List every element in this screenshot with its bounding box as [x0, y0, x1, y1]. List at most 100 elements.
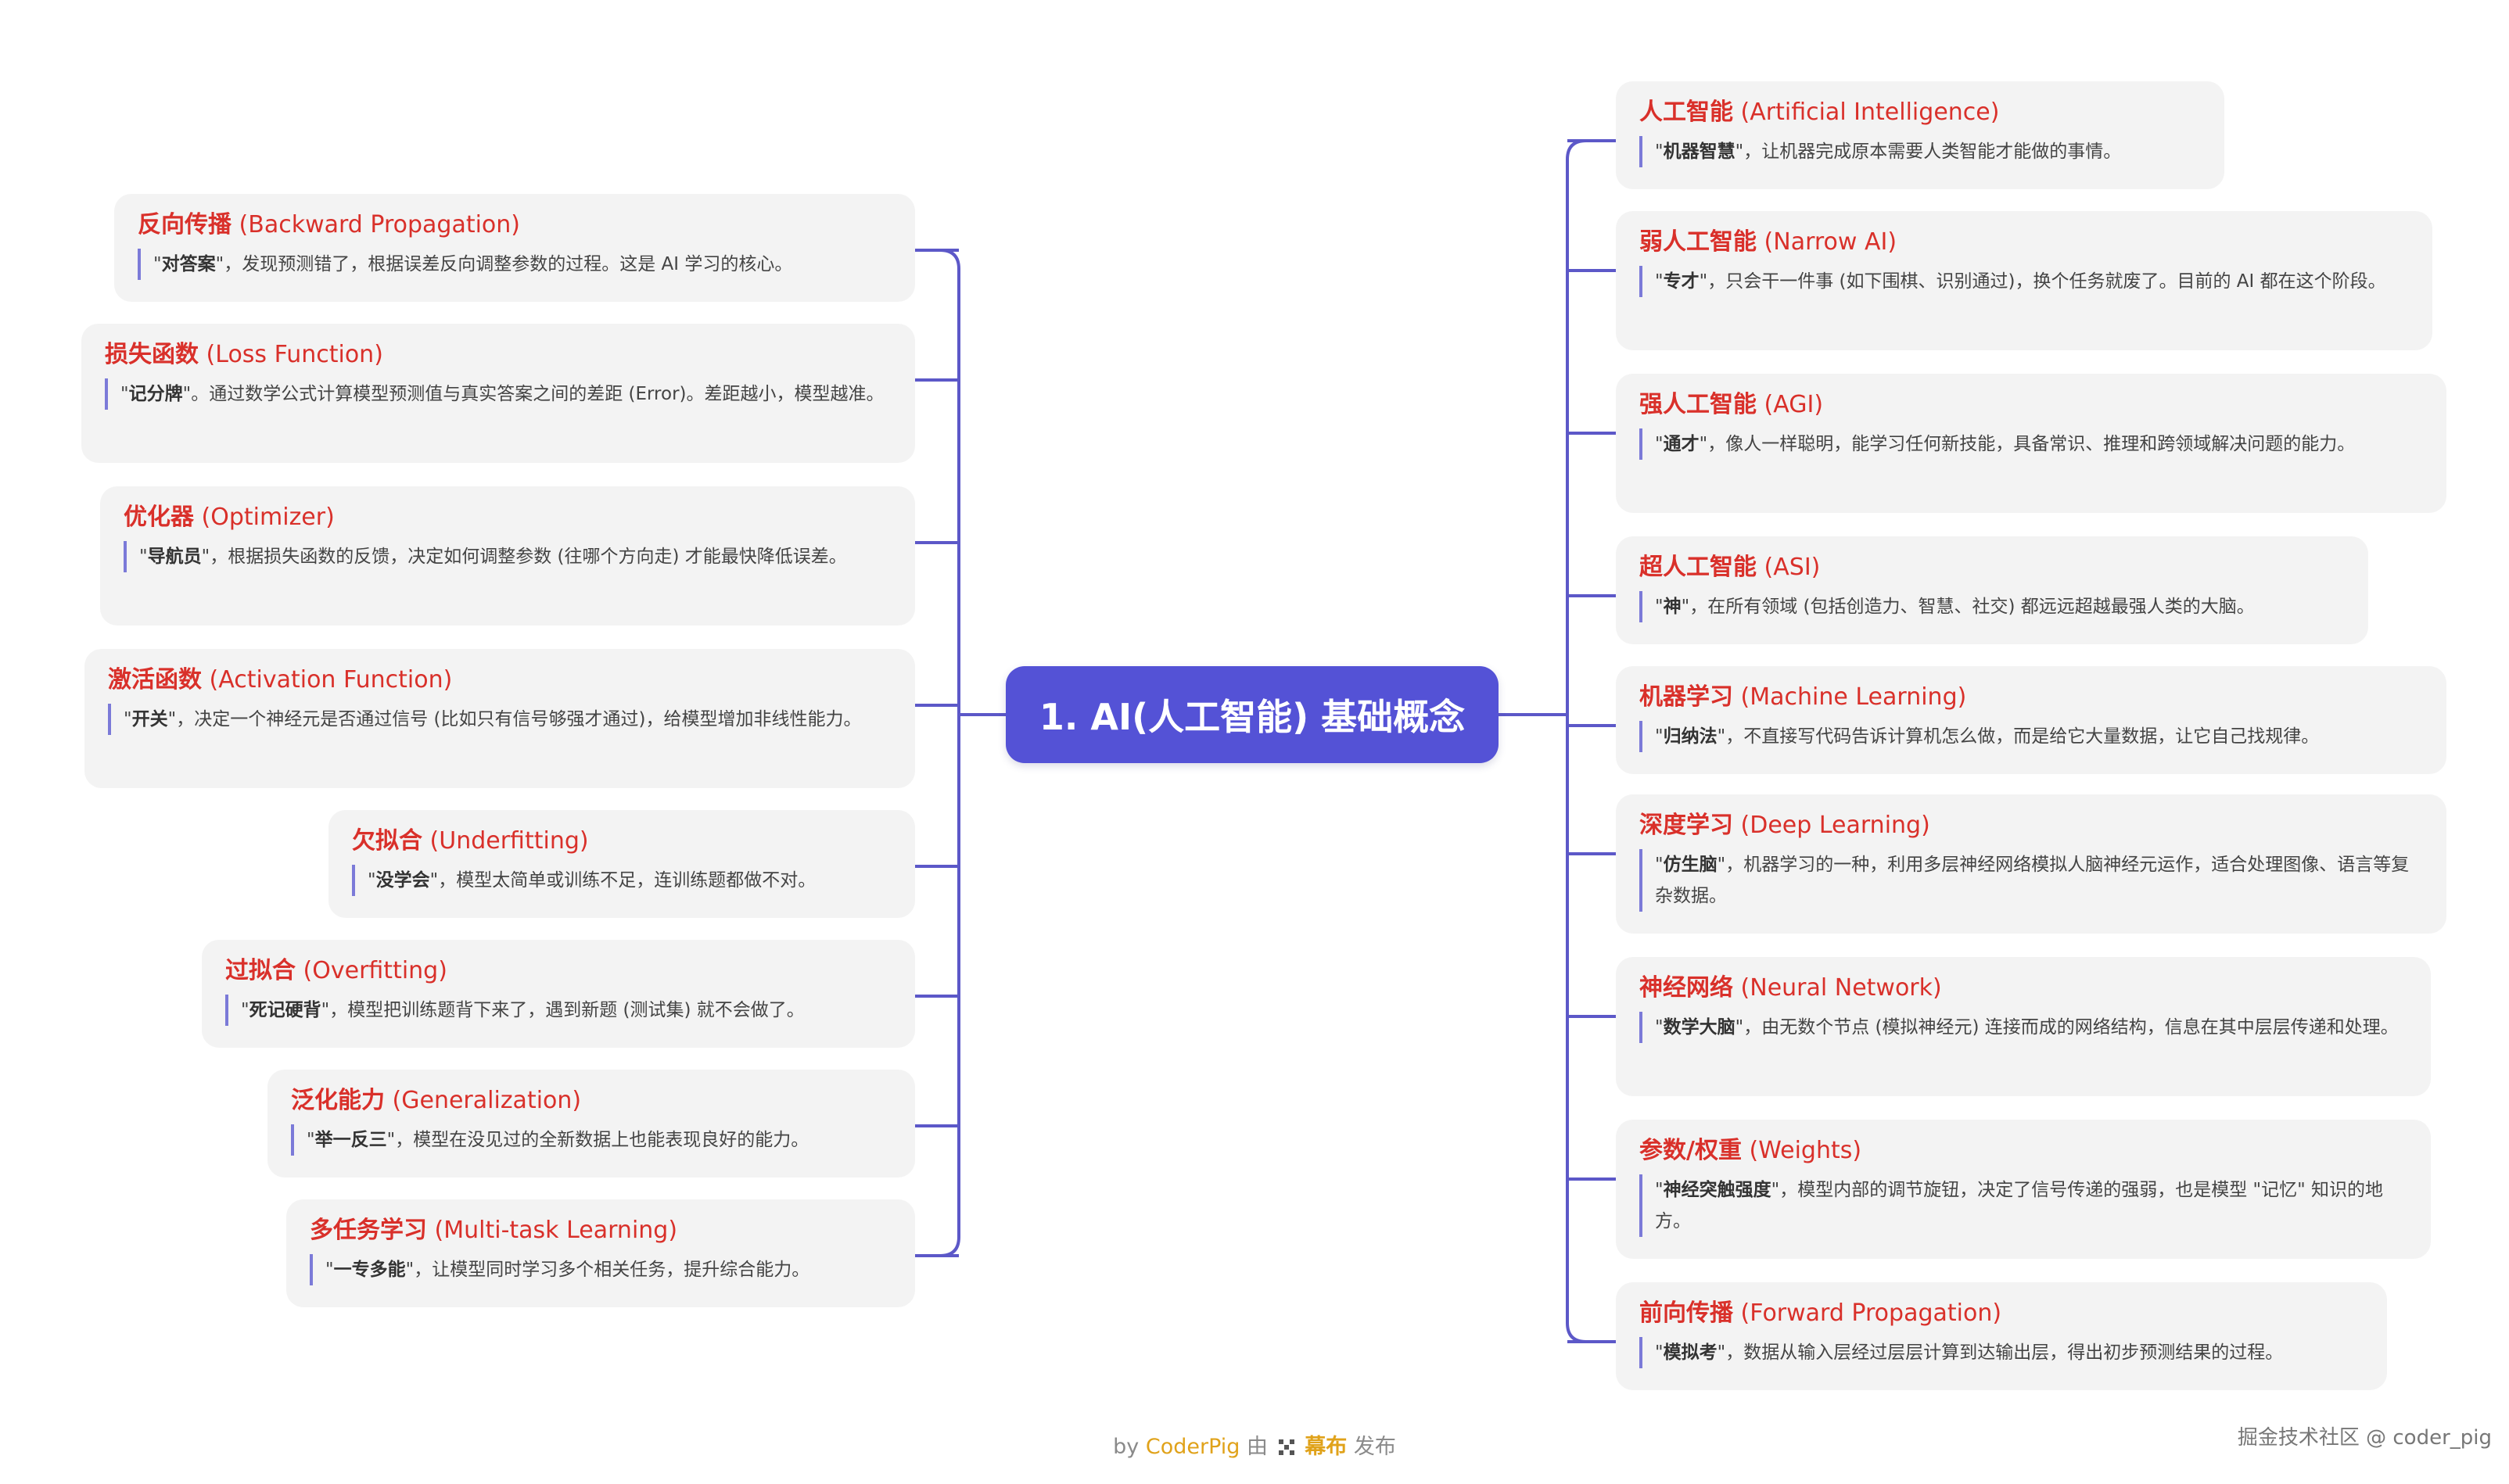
node-description-text: ，让模型同时学习多个相关任务，提升综合能力。	[414, 1260, 810, 1280]
node-keyword: 神经突触强度	[1663, 1180, 1771, 1200]
node-card-left-2[interactable]: 损失函数 (Loss Function) "记分牌"。通过数学公式计算模型预测值与…	[81, 324, 915, 463]
open-quote: "	[1655, 726, 1664, 747]
node-description-text: ，模型太简单或训练不足，连训练题都做不对。	[438, 870, 817, 891]
mubu-logo-icon	[1278, 1439, 1294, 1455]
node-title-en: (Optimizer)	[201, 504, 335, 531]
close-quote: "	[167, 709, 177, 729]
node-card-right-3[interactable]: 强人工智能 (AGI) "通才"，像人一样聪明，能学习任何新技能，具备常识、推理和…	[1616, 374, 2446, 513]
open-quote: "	[1655, 855, 1664, 875]
close-quote: "	[201, 547, 210, 567]
node-description-text: ，像人一样聪明，能学习任何新技能，具备常识、推理和跨领域解决问题的能力。	[1707, 434, 2356, 454]
node-description: "死记硬背"，模型把训练题背下来了，遇到新题 (测试集) 就不会做了。	[225, 995, 893, 1026]
node-card-right-6[interactable]: 深度学习 (Deep Learning) "仿生脑"，机器学习的一种，利用多层神经…	[1616, 794, 2446, 934]
close-quote: "	[182, 384, 192, 404]
close-quote: "	[429, 870, 439, 891]
node-title: 机器学习 (Machine Learning)	[1639, 680, 2425, 715]
open-quote: "	[1655, 142, 1664, 162]
open-quote: "	[1655, 597, 1664, 617]
open-quote: "	[307, 1130, 315, 1150]
node-keyword: 没学会	[375, 870, 430, 891]
node-keyword: 数学大脑	[1663, 1017, 1735, 1038]
node-card-right-5[interactable]: 机器学习 (Machine Learning) "归纳法"，不直接写代码告诉计算机…	[1616, 666, 2446, 774]
node-title: 过拟合 (Overfitting)	[225, 954, 893, 988]
node-title: 人工智能 (Artificial Intelligence)	[1639, 95, 2202, 130]
node-description: "通才"，像人一样聪明，能学习任何新技能，具备常识、推理和跨领域解决问题的能力。	[1639, 428, 2425, 460]
footer-author[interactable]: CoderPig	[1146, 1435, 1240, 1459]
node-description-text: ，不直接写代码告诉计算机怎么做，而是给它大量数据，让它自己找规律。	[1725, 726, 2320, 747]
node-description: "对答案"，发现预测错了，根据误差反向调整参数的过程。这是 AI 学习的核心。	[138, 249, 893, 280]
close-quote: "	[405, 1260, 415, 1280]
open-quote: "	[153, 254, 162, 274]
node-description: "数学大脑"，由无数个节点 (模拟神经元) 连接而成的网络结构，信息在其中层层传…	[1639, 1012, 2409, 1043]
node-title-en: (Weights)	[1749, 1137, 1862, 1164]
node-card-left-8[interactable]: 多任务学习 (Multi-task Learning) "一专多能"，让模型同时学…	[286, 1199, 915, 1307]
node-title-en: (Artificial Intelligence)	[1740, 99, 2000, 126]
node-card-left-4[interactable]: 激活函数 (Activation Function) "开关"，决定一个神经元是否…	[84, 649, 915, 788]
node-title-zh: 强人工智能	[1639, 391, 1757, 418]
node-description: "归纳法"，不直接写代码告诉计算机怎么做，而是给它大量数据，让它自己找规律。	[1639, 721, 2425, 752]
node-title-en: (Overfitting)	[303, 957, 447, 984]
footer-platform[interactable]: 幕布	[1305, 1435, 1347, 1459]
node-card-right-2[interactable]: 弱人工智能 (Narrow AI) "专才"，只会干一件事 (如下围棋、识别通过)…	[1616, 211, 2432, 350]
node-description-text: ，数据从输入层经过层层计算到达输出层，得出初步预测结果的过程。	[1725, 1342, 2284, 1363]
node-title-zh: 前向传播	[1639, 1299, 1733, 1327]
node-card-left-6[interactable]: 过拟合 (Overfitting) "死记硬背"，模型把训练题背下来了，遇到新题 …	[202, 940, 915, 1048]
node-description: "神"，在所有领域 (包括创造力、智慧、社交) 都远远超越最强人类的大脑。	[1639, 591, 2346, 622]
footer-suffix: 发布	[1353, 1435, 1396, 1459]
node-title-en: (Loss Function)	[206, 341, 383, 368]
node-title: 激活函数 (Activation Function)	[108, 663, 893, 697]
node-keyword: 对答案	[161, 254, 216, 274]
node-title-en: (ASI)	[1764, 554, 1821, 581]
node-title-en: (Forward Propagation)	[1740, 1299, 2002, 1327]
node-title: 神经网络 (Neural Network)	[1639, 971, 2409, 1005]
node-keyword: 通才	[1663, 434, 1700, 454]
node-card-right-8[interactable]: 参数/权重 (Weights) "神经突触强度"，模型内部的调节旋钮，决定了信号传…	[1616, 1120, 2431, 1259]
node-title: 超人工智能 (ASI)	[1639, 550, 2346, 585]
node-card-right-9[interactable]: 前向传播 (Forward Propagation) "模拟考"，数据从输入层经过…	[1616, 1282, 2387, 1390]
node-title-zh: 弱人工智能	[1639, 228, 1757, 256]
node-description-text: ，决定一个神经元是否通过信号 (比如只有信号够强才通过)，给模型增加非线性能力。	[176, 709, 862, 729]
node-card-left-5[interactable]: 欠拟合 (Underfitting) "没学会"，模型太简单或训练不足，连训练题都…	[328, 810, 915, 918]
node-description-text: ，机器学习的一种，利用多层神经网络模拟人脑神经元运作，适合处理图像、语言等复杂数…	[1655, 855, 2410, 906]
node-card-left-7[interactable]: 泛化能力 (Generalization) "举一反三"，模型在没见过的全新数据上…	[267, 1070, 915, 1178]
node-card-left-3[interactable]: 优化器 (Optimizer) "导航员"，根据损失函数的反馈，决定如何调整参数 …	[100, 486, 915, 626]
node-description: "记分牌"。通过数学公式计算模型预测值与真实答案之间的差距 (Error)。差距…	[105, 378, 893, 410]
node-title: 优化器 (Optimizer)	[124, 500, 893, 535]
node-description: "没学会"，模型太简单或训练不足，连训练题都做不对。	[352, 865, 893, 896]
open-quote: "	[1655, 271, 1664, 292]
node-title-en: (Backward Propagation)	[239, 211, 521, 238]
close-quote: "	[1735, 142, 1744, 162]
open-quote: "	[139, 547, 148, 567]
node-title: 前向传播 (Forward Propagation)	[1639, 1296, 2365, 1331]
node-card-right-4[interactable]: 超人工智能 (ASI) "神"，在所有领域 (包括创造力、智慧、社交) 都远远超越…	[1616, 536, 2368, 644]
node-description: "开关"，决定一个神经元是否通过信号 (比如只有信号够强才通过)，给模型增加非线…	[108, 704, 893, 735]
node-title-zh: 人工智能	[1639, 99, 1733, 126]
node-description: "专才"，只会干一件事 (如下围棋、识别通过)，换个任务就废了。目前的 AI 都…	[1639, 266, 2410, 297]
node-title: 泛化能力 (Generalization)	[291, 1084, 893, 1118]
node-title-en: (AGI)	[1764, 391, 1824, 418]
node-title-zh: 过拟合	[225, 957, 296, 984]
node-card-right-7[interactable]: 神经网络 (Neural Network) "数学大脑"，由无数个节点 (模拟神经…	[1616, 957, 2431, 1096]
node-title-en: (Generalization)	[392, 1087, 582, 1114]
left-spine	[939, 249, 960, 1257]
node-description-text: ，模型在没见过的全新数据上也能表现良好的能力。	[395, 1130, 809, 1150]
open-quote: "	[120, 384, 129, 404]
node-card-left-1[interactable]: 反向传播 (Backward Propagation) "对答案"，发现预测错了，…	[114, 194, 915, 302]
close-quote: "	[321, 1000, 330, 1020]
node-description-text: ，只会干一件事 (如下围棋、识别通过)，换个任务就废了。目前的 AI 都在这个阶…	[1707, 271, 2386, 292]
close-quote: "	[1717, 1342, 1726, 1363]
node-title-zh: 超人工智能	[1639, 554, 1757, 581]
node-keyword: 模拟考	[1663, 1342, 1718, 1363]
open-quote: "	[124, 709, 132, 729]
node-title: 损失函数 (Loss Function)	[105, 338, 893, 372]
node-title-zh: 多任务学习	[310, 1217, 427, 1244]
node-title: 多任务学习 (Multi-task Learning)	[310, 1213, 893, 1248]
node-title-zh: 神经网络	[1639, 974, 1733, 1002]
node-keyword: 举一反三	[314, 1130, 387, 1150]
close-quote: "	[1771, 1180, 1780, 1200]
close-quote: "	[215, 254, 224, 274]
node-title-zh: 深度学习	[1639, 812, 1733, 839]
root-node[interactable]: 1. AI(人工智能) 基础概念	[1006, 666, 1499, 763]
node-title: 弱人工智能 (Narrow AI)	[1639, 225, 2410, 260]
node-card-right-1[interactable]: 人工智能 (Artificial Intelligence) "机器智慧"，让机器…	[1616, 81, 2224, 189]
